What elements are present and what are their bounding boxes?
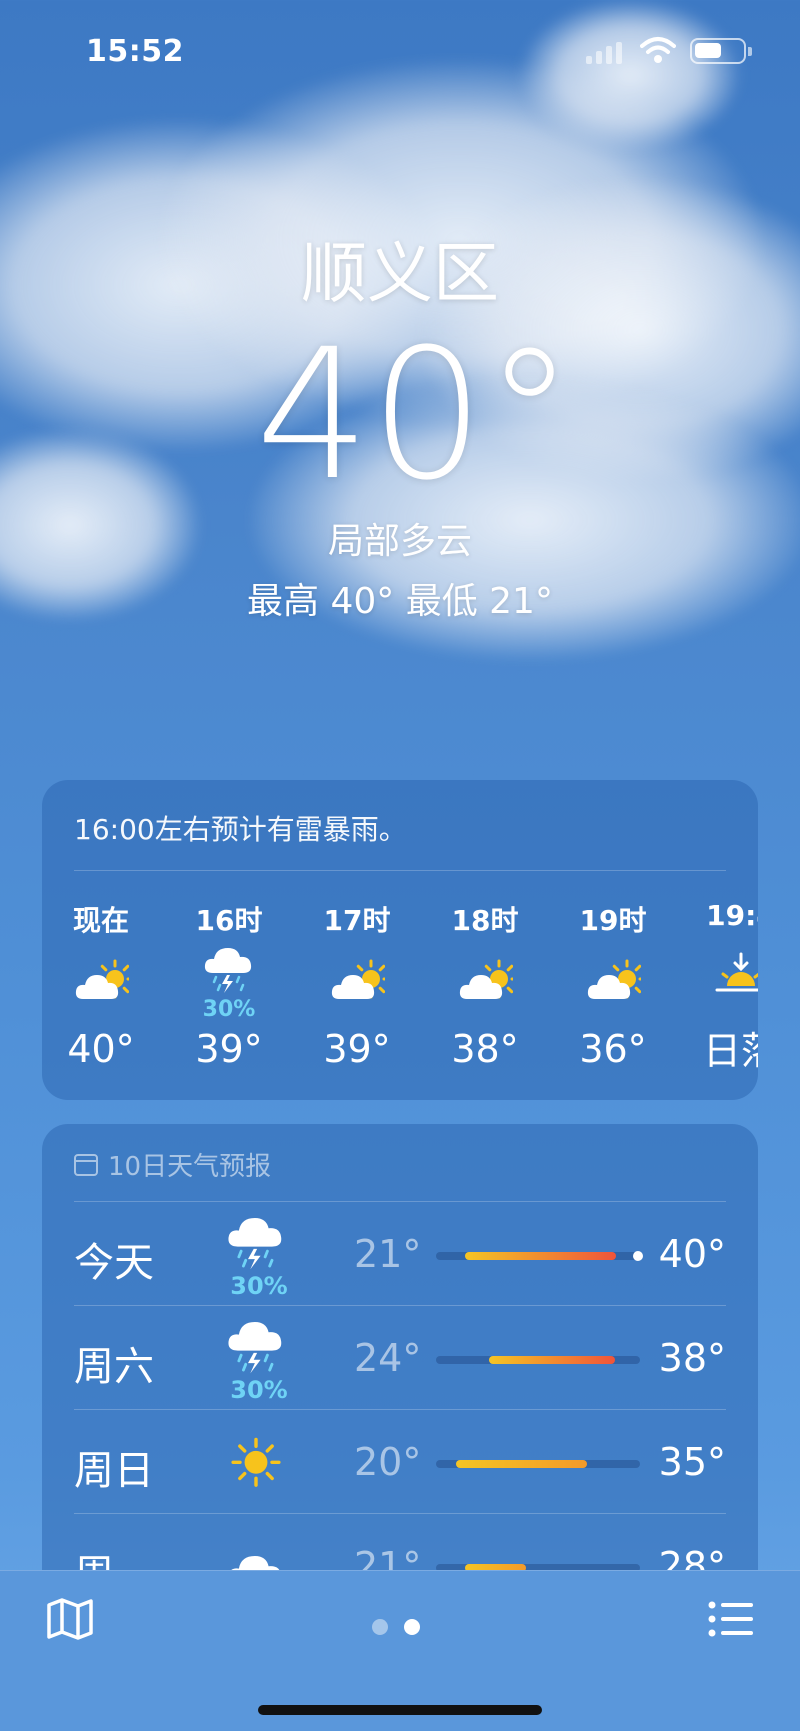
ten-day-header: 10日天气预报	[42, 1124, 758, 1201]
sunset-icon	[713, 946, 758, 1006]
page-indicator[interactable]	[372, 1619, 420, 1635]
hour-label: 19时	[579, 904, 647, 937]
forecast-high: 35°	[658, 1440, 726, 1484]
battery-icon	[690, 38, 752, 64]
thunderstorm-icon	[224, 1210, 294, 1280]
temperature-range-bar	[489, 1356, 615, 1364]
hourly-forecast-card[interactable]: 16:00左右预计有雷暴雨。 现在 40° 16时 30% 39° 17时 39° 18时 38…	[42, 780, 758, 1100]
hour-temperature: 39°	[323, 1027, 391, 1071]
hour-label: 16时	[195, 904, 263, 937]
hourly-item: 18时 38°	[430, 899, 540, 1071]
hourly-item: 17时 39°	[302, 899, 412, 1071]
cellular-signal-icon	[586, 42, 622, 64]
hourly-scroll[interactable]: 现在 40° 16时 30% 39° 17时 39° 18时 38° 19时 36° 19:4 日落	[42, 871, 758, 1100]
status-time: 15:52	[86, 34, 184, 69]
hourly-item: 19时 36°	[558, 899, 668, 1071]
thunderstorm-icon	[201, 941, 257, 1001]
hourly-item: 19:4 日落	[686, 899, 758, 1075]
current-weather: 顺义区 40° 局部多云 最高 40° 最低 21°	[0, 220, 800, 624]
weather-alert-text: 16:00左右预计有雷暴雨。	[74, 813, 407, 846]
forecast-day: 周六	[74, 1344, 154, 1390]
hour-temperature: 日落	[702, 1029, 758, 1073]
partly-cloudy-icon	[457, 953, 519, 1013]
wifi-icon	[640, 37, 676, 63]
thunderstorm-icon	[224, 1314, 294, 1384]
hourly-item: 16时 30% 39°	[174, 899, 284, 1071]
calendar-icon	[74, 1153, 98, 1176]
temperature-range-bar	[465, 1252, 616, 1260]
precip-chance: 30%	[230, 1376, 288, 1404]
hour-label: 18时	[451, 904, 519, 937]
page-dot-location[interactable]	[372, 1619, 388, 1635]
city-name: 顺义区	[301, 235, 499, 312]
temperature-range-track	[436, 1356, 640, 1364]
hour-label: 17时	[323, 904, 391, 937]
bottom-toolbar	[0, 1570, 800, 1731]
hour-temperature: 39°	[195, 1027, 263, 1071]
ten-day-title: 10日天气预报	[108, 1152, 272, 1182]
ten-day-forecast-card[interactable]: 10日天气预报 今天30%21°40°周六30%24°38°周日20°35°周一…	[42, 1124, 758, 1604]
forecast-row[interactable]: 周六 30% 24° 38°	[74, 1305, 726, 1409]
temperature-range-track	[436, 1460, 640, 1468]
forecast-high: 40°	[658, 1232, 726, 1276]
map-icon[interactable]	[46, 1597, 94, 1641]
status-bar: 15:52	[0, 0, 800, 100]
hour-label: 现在	[72, 904, 129, 937]
forecast-row[interactable]: 今天 30% 21° 40°	[74, 1201, 726, 1305]
forecast-day: 周日	[74, 1448, 154, 1494]
partly-cloudy-icon	[329, 953, 391, 1013]
hourly-item: 现在 40°	[46, 899, 156, 1071]
forecast-row[interactable]: 周日 20° 35°	[74, 1409, 726, 1513]
precip-chance: 30%	[202, 997, 256, 1022]
forecast-low: 24°	[354, 1336, 422, 1380]
partly-cloudy-icon	[585, 953, 647, 1013]
forecast-low: 20°	[354, 1440, 422, 1484]
current-condition: 局部多云	[327, 521, 472, 562]
forecast-day: 今天	[74, 1240, 154, 1286]
partly-cloudy-icon	[73, 953, 135, 1013]
hour-temperature: 40°	[67, 1027, 135, 1071]
high-low-temperature: 最高 40° 最低 21°	[247, 581, 553, 622]
page-dot-current[interactable]	[404, 1619, 420, 1635]
precip-chance: 30%	[230, 1272, 288, 1300]
hour-label: 19:4	[706, 899, 758, 932]
sunny-icon	[224, 1428, 294, 1498]
temperature-range-track	[436, 1251, 643, 1261]
home-indicator[interactable]	[258, 1705, 542, 1715]
hour-temperature: 38°	[451, 1027, 519, 1071]
current-temperature-dot	[633, 1251, 643, 1261]
temperature-range-bar	[456, 1460, 587, 1468]
hour-temperature: 36°	[579, 1027, 647, 1071]
current-temperature: 40°	[255, 311, 575, 520]
forecast-low: 21°	[354, 1232, 422, 1276]
forecast-high: 38°	[658, 1336, 726, 1380]
list-icon[interactable]	[708, 1599, 754, 1639]
